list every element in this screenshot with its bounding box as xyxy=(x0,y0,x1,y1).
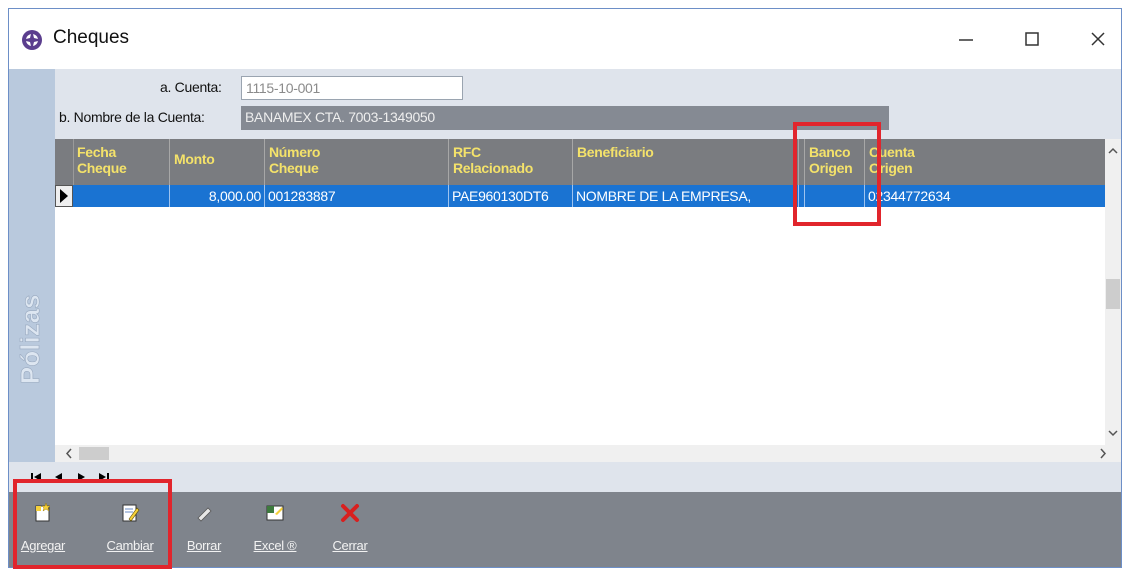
scroll-up-icon xyxy=(1108,147,1118,154)
new-document-icon xyxy=(35,502,51,522)
polizas-vertical-label: Pólizas xyxy=(15,294,46,384)
col-monto[interactable]: Monto xyxy=(170,139,265,185)
cell-numero[interactable]: 001283887 xyxy=(265,185,449,207)
scroll-right-icon xyxy=(1100,448,1107,459)
action-toolbar: Agregar Cambiar Borrar Excel ® Cerrar xyxy=(9,492,1121,567)
eraser-icon xyxy=(197,507,212,522)
record-navigator xyxy=(9,462,1121,492)
excel-icon xyxy=(266,505,284,521)
cheques-grid: Fecha Cheque Monto Número Cheque RFC Relaci… xyxy=(55,139,1121,462)
cerrar-button[interactable]: Cerrar xyxy=(327,498,373,564)
cell-cuenta[interactable]: 02344772634 xyxy=(865,185,1105,207)
col-banco-origen[interactable]: Banco Origen xyxy=(805,139,865,185)
horizontal-scroll-thumb[interactable] xyxy=(79,447,109,460)
window-title: Cheques xyxy=(53,27,130,48)
minimize-button[interactable] xyxy=(943,19,989,59)
cheques-window: Cheques Pólizas a. Cuenta: 1115-10-001 b… xyxy=(8,8,1122,569)
first-record-icon xyxy=(31,473,41,481)
current-row-arrow-icon xyxy=(60,189,68,203)
agregar-label: Agregar xyxy=(20,538,66,553)
col-cuenta-origen[interactable]: Cuenta Origen xyxy=(865,139,1105,185)
next-record-icon xyxy=(78,473,85,481)
maximize-button[interactable] xyxy=(1009,19,1055,59)
borrar-button[interactable]: Borrar xyxy=(181,498,227,564)
vertical-scroll-thumb[interactable] xyxy=(1106,279,1120,309)
previous-record-icon xyxy=(55,473,62,481)
horizontal-scrollbar[interactable] xyxy=(55,445,1121,462)
polizas-side-tab[interactable]: Pólizas xyxy=(9,69,55,462)
cell-rfc[interactable]: PAE960130DT6 xyxy=(449,185,573,207)
title-bar: Cheques xyxy=(9,9,1121,69)
col-fecha-cheque[interactable]: Fecha Cheque xyxy=(73,139,170,185)
agregar-button[interactable]: Agregar xyxy=(17,498,69,564)
borrar-label: Borrar xyxy=(186,538,222,553)
cell-banco[interactable] xyxy=(805,185,865,207)
app-logo-icon xyxy=(22,30,42,50)
col-rfc-relacionado[interactable]: RFC Relacionado xyxy=(449,139,573,185)
row-indicator[interactable] xyxy=(55,185,73,207)
maximize-icon xyxy=(1025,32,1039,46)
cuenta-label: a. Cuenta: xyxy=(160,79,222,95)
last-record-icon xyxy=(99,473,109,481)
cerrar-label: Cerrar xyxy=(332,538,368,553)
cell-fecha[interactable] xyxy=(73,185,170,207)
close-button[interactable] xyxy=(1075,19,1121,59)
previous-record-button[interactable] xyxy=(49,468,69,486)
nombre-cuenta-field: BANAMEX CTA. 7003-1349050 xyxy=(241,106,889,130)
svg-text:Pólizas: Pólizas xyxy=(15,294,45,384)
cell-beneficiario[interactable]: NOMBRE DE LA EMPRESA, xyxy=(573,185,799,207)
col-numero-cheque[interactable]: Número Cheque xyxy=(265,139,449,185)
minimize-icon xyxy=(959,39,973,41)
cuenta-field[interactable]: 1115-10-001 xyxy=(241,76,463,100)
next-record-button[interactable] xyxy=(71,468,91,486)
scroll-down-icon xyxy=(1108,430,1118,437)
col-beneficiario[interactable]: Beneficiario xyxy=(573,139,799,185)
grid-header: Fecha Cheque Monto Número Cheque RFC Relaci… xyxy=(55,139,1105,185)
edit-document-icon xyxy=(122,504,140,522)
cambiar-button[interactable]: Cambiar xyxy=(97,498,163,564)
account-header: a. Cuenta: 1115-10-001 b. Nombre de la C… xyxy=(55,69,1121,139)
close-x-icon xyxy=(341,504,359,522)
cell-monto[interactable]: 8,000.00 xyxy=(170,185,265,207)
header-indicator-cell xyxy=(55,139,74,185)
last-record-button[interactable] xyxy=(93,468,113,486)
excel-button[interactable]: Excel ® xyxy=(243,498,307,564)
cambiar-label: Cambiar xyxy=(106,538,154,553)
table-row[interactable]: 8,000.00 001283887 PAE960130DT6 NOMBRE D… xyxy=(55,185,1105,207)
first-record-button[interactable] xyxy=(27,468,47,486)
nombre-cuenta-label: b. Nombre de la Cuenta: xyxy=(59,109,205,125)
vertical-scrollbar[interactable] xyxy=(1105,139,1121,445)
close-icon xyxy=(1091,32,1105,46)
scroll-left-icon xyxy=(65,448,72,459)
excel-label: Excel ® xyxy=(253,538,297,553)
